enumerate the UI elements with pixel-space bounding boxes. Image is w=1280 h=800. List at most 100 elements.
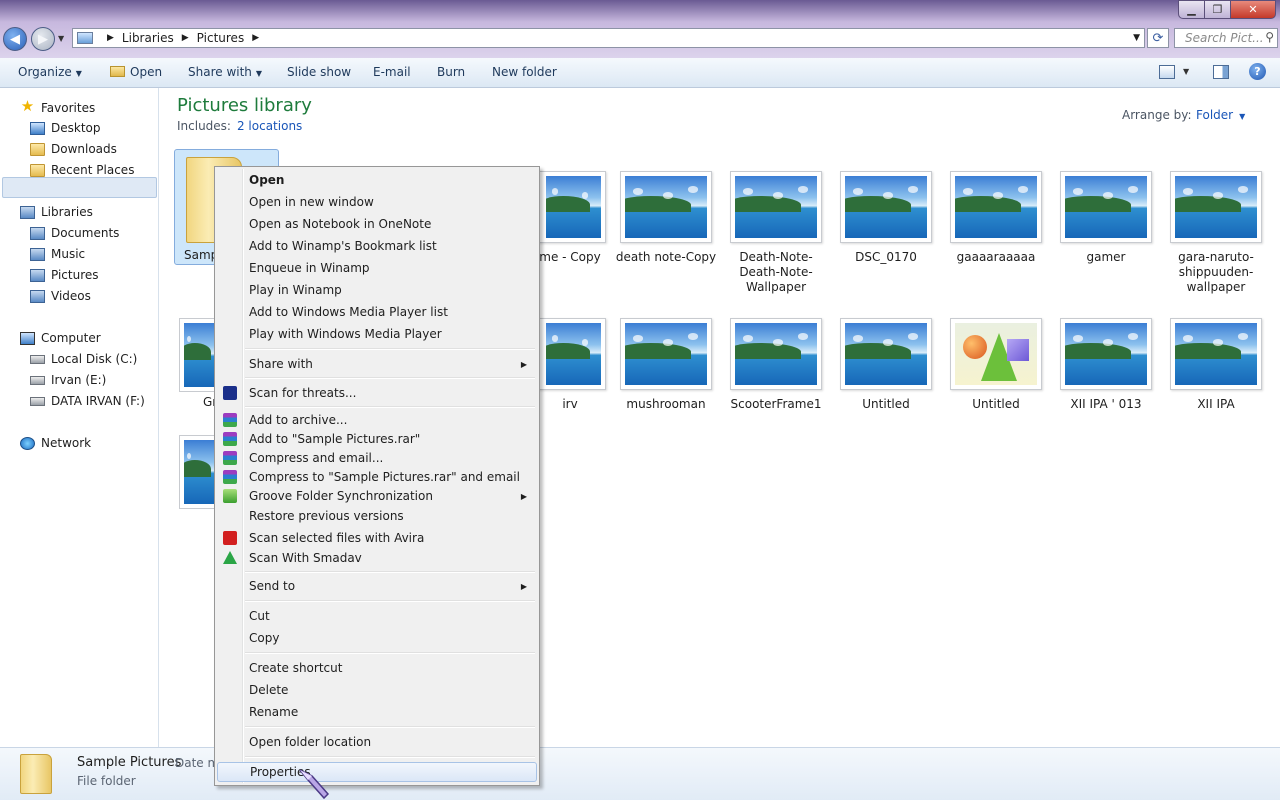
menu-add-rar[interactable]: Add to "Sample Pictures.rar" [217, 429, 537, 449]
address-dropdown-icon[interactable]: ▼ [1133, 33, 1140, 43]
view-options-dropdown-icon[interactable]: ▼ [1183, 67, 1199, 81]
menu-groove-sync[interactable]: Groove Folder Synchronization ▶ [217, 486, 537, 506]
menu-compress-rar-email[interactable]: Compress to "Sample Pictures.rar" and em… [217, 467, 537, 487]
pictures-library-icon [77, 32, 93, 44]
menu-open-folder-location[interactable]: Open folder location [217, 732, 537, 752]
file-tile[interactable]: Untitled [834, 318, 938, 412]
menu-open[interactable]: Open [217, 170, 537, 190]
menu-properties[interactable]: Properties [217, 762, 537, 782]
breadcrumb-chevron-icon[interactable]: ▶ [107, 33, 114, 43]
menu-compress-email[interactable]: Compress and email... [217, 448, 537, 468]
menu-add-archive[interactable]: Add to archive... [217, 410, 537, 430]
groove-icon [223, 489, 237, 503]
menu-copy[interactable]: Copy [217, 628, 537, 648]
menu-share-with[interactable]: Share with ▶ [217, 354, 537, 374]
nav-data-irvan-f[interactable]: DATA IRVAN (F:) [30, 394, 145, 408]
winrar-icon [223, 413, 237, 427]
nav-favorites[interactable]: ★ Favorites [20, 99, 95, 115]
file-tile[interactable] [179, 318, 219, 392]
file-tile[interactable]: Death-Note-Death-Note-Wallpaper [724, 171, 828, 295]
back-button[interactable]: ◀ [3, 27, 27, 51]
arrange-by-dropdown[interactable]: Folder ▼ [1196, 108, 1245, 122]
file-tile[interactable]: gamer [1054, 171, 1158, 265]
nav-downloads[interactable]: Downloads [30, 142, 117, 156]
breadcrumb-chevron-icon[interactable]: ▶ [252, 33, 259, 43]
menu-winamp-bookmark[interactable]: Add to Winamp's Bookmark list [217, 236, 537, 256]
burn-button[interactable]: Burn [437, 65, 465, 79]
open-button[interactable]: Open [110, 65, 162, 79]
help-icon[interactable]: ? [1249, 63, 1266, 80]
shield-icon [223, 386, 237, 400]
mouse-cursor-icon [299, 769, 330, 800]
nav-pictures[interactable]: Pictures [30, 268, 99, 282]
preview-pane-icon[interactable] [1213, 65, 1229, 79]
nav-network[interactable]: Network [20, 436, 91, 450]
refresh-button[interactable]: ⟳ [1147, 28, 1169, 48]
organize-button[interactable]: Organize ▼ [18, 65, 82, 79]
menu-play-wmp[interactable]: Play with Windows Media Player [217, 324, 537, 344]
nav-libraries[interactable]: Libraries [20, 205, 93, 219]
network-icon [20, 436, 35, 450]
nav-music[interactable]: Music [30, 247, 85, 261]
share-with-button[interactable]: Share with ▼ [188, 65, 262, 79]
library-title: Pictures library [177, 95, 312, 116]
menu-cut[interactable]: Cut [217, 606, 537, 626]
submenu-arrow-icon: ▶ [520, 359, 527, 369]
menu-enqueue-winamp[interactable]: Enqueue in Winamp [217, 258, 537, 278]
menu-open-new-window[interactable]: Open in new window [217, 192, 537, 212]
address-bar[interactable]: ▶ Libraries ▶ Pictures ▶ ▼ [72, 28, 1145, 48]
menu-restore-versions[interactable]: Restore previous versions [217, 506, 537, 526]
email-button[interactable]: E-mail [373, 65, 411, 79]
menu-delete[interactable]: Delete [217, 680, 537, 700]
locations-link[interactable]: 2 locations [237, 119, 302, 133]
menu-separator [245, 600, 535, 602]
menu-separator [245, 726, 535, 728]
recent-pages-dropdown-icon[interactable]: ▼ [58, 34, 64, 43]
close-button[interactable]: ✕ [1230, 0, 1276, 19]
file-tile[interactable]: gara-naruto-shippuuden-wallpaper [1164, 171, 1268, 295]
nav-irvan-e[interactable]: Irvan (E:) [30, 373, 106, 387]
nav-local-disk-c[interactable]: Local Disk (C:) [30, 352, 137, 366]
avira-icon [223, 531, 237, 545]
file-tile[interactable]: Untitled [944, 318, 1048, 412]
forward-button[interactable]: ▶ [31, 27, 55, 51]
file-tile[interactable]: ScooterFrame1 [724, 318, 828, 412]
file-tile[interactable]: DSC_0170 [834, 171, 938, 265]
maximize-button[interactable]: ❐ [1204, 0, 1231, 19]
nav-documents[interactable]: Documents [30, 226, 119, 240]
nav-recent-places[interactable]: Recent Places [30, 163, 134, 177]
details-date-label: Date m [175, 756, 220, 770]
search-icon[interactable]: ⚲ [1265, 30, 1274, 44]
menu-create-shortcut[interactable]: Create shortcut [217, 658, 537, 678]
file-tile[interactable]: XII IPA ' 013 [1054, 318, 1158, 412]
breadcrumb-pictures[interactable]: Pictures [197, 31, 245, 45]
menu-rename[interactable]: Rename [217, 702, 537, 722]
submenu-arrow-icon: ▶ [520, 491, 527, 501]
menu-add-wmp-list[interactable]: Add to Windows Media Player list [217, 302, 537, 322]
smadav-icon [223, 551, 237, 564]
file-tile[interactable]: death note-Copy [614, 171, 718, 265]
menu-scan-threats[interactable]: Scan for threats... [217, 383, 537, 403]
slide-show-button[interactable]: Slide show [287, 65, 351, 79]
minimize-button[interactable]: ▁ [1178, 0, 1205, 19]
new-folder-button[interactable]: New folder [492, 65, 557, 79]
search-input[interactable]: Search Pict... ⚲ [1174, 28, 1278, 48]
file-tile[interactable]: mushrooman [614, 318, 718, 412]
menu-scan-smadav[interactable]: Scan With Smadav [217, 548, 537, 568]
nav-desktop[interactable]: Desktop [30, 121, 101, 135]
file-tile[interactable]: XII IPA [1164, 318, 1268, 412]
music-icon [30, 247, 45, 261]
breadcrumb-libraries[interactable]: Libraries [122, 31, 174, 45]
videos-icon [30, 289, 45, 303]
menu-scan-avira[interactable]: Scan selected files with Avira [217, 528, 537, 548]
nav-videos[interactable]: Videos [30, 289, 91, 303]
nav-computer[interactable]: Computer [20, 331, 101, 345]
details-type: File folder [77, 774, 136, 788]
change-view-icon[interactable] [1159, 65, 1175, 79]
menu-open-onenote[interactable]: Open as Notebook in OneNote [217, 214, 537, 234]
menu-play-winamp[interactable]: Play in Winamp [217, 280, 537, 300]
menu-send-to[interactable]: Send to ▶ [217, 576, 537, 596]
file-tile[interactable] [179, 435, 219, 509]
breadcrumb-chevron-icon[interactable]: ▶ [182, 33, 189, 43]
file-tile[interactable]: gaaaaraaaaa [944, 171, 1048, 265]
